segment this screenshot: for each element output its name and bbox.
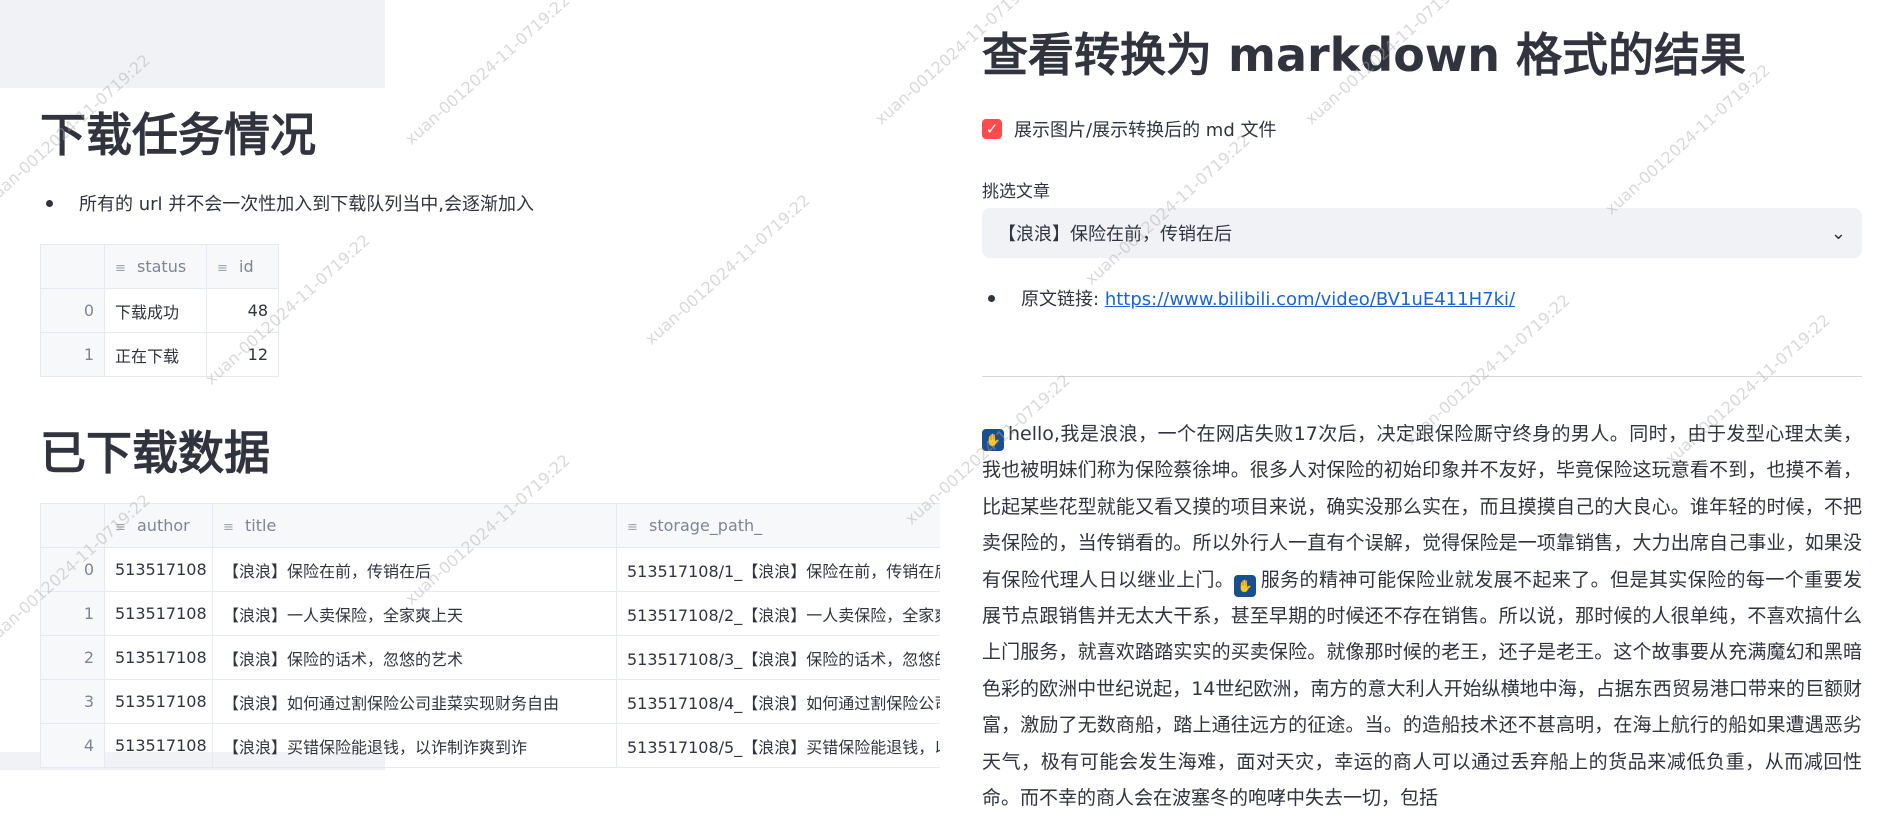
text-column-icon: ≡ bbox=[115, 261, 126, 276]
row-index: 0 bbox=[40, 288, 105, 333]
column-label: title bbox=[245, 516, 277, 535]
text-column-icon: ≡ bbox=[627, 520, 638, 535]
article-select[interactable]: 【浪浪】保险在前，传销在后 ⌄ bbox=[982, 208, 1862, 258]
author-cell: 513517108 bbox=[104, 679, 213, 724]
article-text-part2: 服务的精神可能保险业就发展不起来了。但是其实保险的每一个重要发展节点跟销售并无太… bbox=[982, 568, 1862, 810]
watermark: xuan-0012024-11-0719:22 bbox=[1601, 60, 1774, 219]
title-cell: 【浪浪】一人卖保险，全家爽上天 bbox=[212, 591, 617, 636]
source-link-item: 原文链接: https://www.bilibili.com/video/BV1… bbox=[982, 285, 1515, 311]
download-status-heading: 下载任务情况 bbox=[40, 108, 316, 162]
index-header bbox=[40, 244, 105, 289]
row-index: 4 bbox=[40, 723, 105, 768]
table-header-row: ≡ status ≡ id bbox=[40, 244, 279, 289]
row-index: 0 bbox=[40, 547, 105, 592]
column-header-status[interactable]: ≡ status bbox=[104, 244, 207, 289]
checkbox-checked-icon[interactable]: ✓ bbox=[982, 119, 1002, 139]
text-column-icon: ≡ bbox=[217, 261, 228, 276]
path-cell: 513517108/5_【浪浪】买错保险能退钱，以诈制诈爽到诈 bbox=[616, 723, 940, 768]
checkbox-label: 展示图片/展示转换后的 md 文件 bbox=[1014, 120, 1277, 141]
title-cell: 【浪浪】买错保险能退钱，以诈制诈爽到诈 bbox=[212, 723, 617, 768]
table-row[interactable]: 1 513517108 【浪浪】一人卖保险，全家爽上天 513517108/2_… bbox=[40, 591, 940, 636]
column-header-id[interactable]: ≡ id bbox=[206, 244, 279, 289]
path-cell: 513517108/4_【浪浪】如何通过割保险公司韭菜实现财务自由 bbox=[616, 679, 940, 724]
table-row[interactable]: 0 513517108 【浪浪】保险在前，传销在后 513517108/1_【浪… bbox=[40, 547, 940, 592]
status-cell: 下载成功 bbox=[104, 288, 207, 333]
table-row[interactable]: 4 513517108 【浪浪】买错保险能退钱，以诈制诈爽到诈 51351710… bbox=[40, 723, 940, 768]
author-cell: 513517108 bbox=[104, 591, 213, 636]
title-cell: 【浪浪】保险的话术，忽悠的艺术 bbox=[212, 635, 617, 680]
author-cell: 513517108 bbox=[104, 635, 213, 680]
markdown-article-body: ✋ hello,我是浪浪，一个在网店失败17次后，决定跟保险厮守终身的男人。同时，… bbox=[982, 416, 1862, 816]
path-cell: 513517108/1_【浪浪】保险在前，传销在后 bbox=[616, 547, 940, 592]
source-link[interactable]: https://www.bilibili.com/video/BV1uE411H… bbox=[1105, 289, 1515, 310]
table-row[interactable]: 1 正在下载 12 bbox=[40, 332, 279, 377]
download-note: 所有的 url 并不会一次性加入到下载队列当中,会逐渐加入 bbox=[40, 192, 534, 218]
downloaded-data-heading: 已下载数据 bbox=[40, 426, 270, 480]
status-table[interactable]: ≡ status ≡ id 0 下载成功 48 1 正在下载 12 bbox=[40, 244, 279, 377]
show-image-checkbox-row[interactable]: ✓ 展示图片/展示转换后的 md 文件 bbox=[982, 116, 1276, 142]
article-text-part1: hello,我是浪浪，一个在网店失败17次后，决定跟保险厮守终身的男人。同时，由… bbox=[982, 423, 1862, 591]
title-cell: 【浪浪】保险在前，传销在后 bbox=[212, 547, 617, 592]
column-label: status bbox=[137, 257, 187, 276]
column-label: author bbox=[137, 516, 190, 535]
waving-emoji-icon: ✋ bbox=[1234, 574, 1257, 597]
path-cell: 513517108/2_【浪浪】一人卖保险，全家爽上天 bbox=[616, 591, 940, 636]
status-cell: 正在下载 bbox=[104, 332, 207, 377]
chevron-down-icon[interactable]: ⌄ bbox=[1831, 223, 1846, 244]
column-header-title[interactable]: ≡ title bbox=[212, 503, 617, 548]
id-cell: 48 bbox=[206, 288, 279, 333]
table-row[interactable]: 3 513517108 【浪浪】如何通过割保险公司韭菜实现财务自由 513517… bbox=[40, 679, 940, 724]
text-column-icon: ≡ bbox=[115, 520, 126, 535]
sidebar-collapsed-area bbox=[0, 0, 385, 88]
column-header-author[interactable]: ≡ author bbox=[104, 503, 213, 548]
table-row[interactable]: 0 下载成功 48 bbox=[40, 288, 279, 333]
column-header-storage-path[interactable]: ≡ storage_path_ bbox=[616, 503, 940, 548]
watermark: xuan-0012024-11-0719:22 bbox=[641, 190, 814, 349]
row-index: 1 bbox=[40, 332, 105, 377]
title-cell: 【浪浪】如何通过割保险公司韭菜实现财务自由 bbox=[212, 679, 617, 724]
article-select-value: 【浪浪】保险在前，传销在后 bbox=[998, 224, 1232, 245]
row-index: 2 bbox=[40, 635, 105, 680]
download-note-text: 所有的 url 并不会一次性加入到下载队列当中,会逐渐加入 bbox=[79, 194, 534, 215]
select-article-label: 挑选文章 bbox=[982, 182, 1050, 202]
data-table-viewport[interactable]: ≡ author ≡ title ≡ storage_path_ 0 51351710… bbox=[40, 503, 940, 775]
watermark: xuan-0012024-11-0719:22 bbox=[401, 0, 574, 149]
row-index: 3 bbox=[40, 679, 105, 724]
markdown-result-heading: 查看转换为 markdown 格式的结果 bbox=[982, 28, 1747, 82]
column-label: id bbox=[239, 257, 254, 276]
author-cell: 513517108 bbox=[104, 547, 213, 592]
divider bbox=[982, 376, 1862, 377]
author-cell: 513517108 bbox=[104, 723, 213, 768]
source-link-prefix: 原文链接: bbox=[1021, 289, 1100, 310]
path-cell: 513517108/3_【浪浪】保险的话术，忽悠的艺术 bbox=[616, 635, 940, 680]
text-column-icon: ≡ bbox=[223, 520, 234, 535]
table-header-row: ≡ author ≡ title ≡ storage_path_ bbox=[40, 503, 940, 548]
table-row[interactable]: 2 513517108 【浪浪】保险的话术，忽悠的艺术 513517108/3_… bbox=[40, 635, 940, 680]
downloaded-data-table[interactable]: ≡ author ≡ title ≡ storage_path_ 0 51351710… bbox=[40, 503, 940, 768]
bullet-icon bbox=[988, 295, 995, 302]
index-header bbox=[40, 503, 105, 548]
bullet-icon bbox=[46, 200, 53, 207]
column-label: storage_path_ bbox=[649, 516, 763, 535]
id-cell: 12 bbox=[206, 332, 279, 377]
row-index: 1 bbox=[40, 591, 105, 636]
waving-emoji-icon: ✋ bbox=[982, 429, 1004, 451]
